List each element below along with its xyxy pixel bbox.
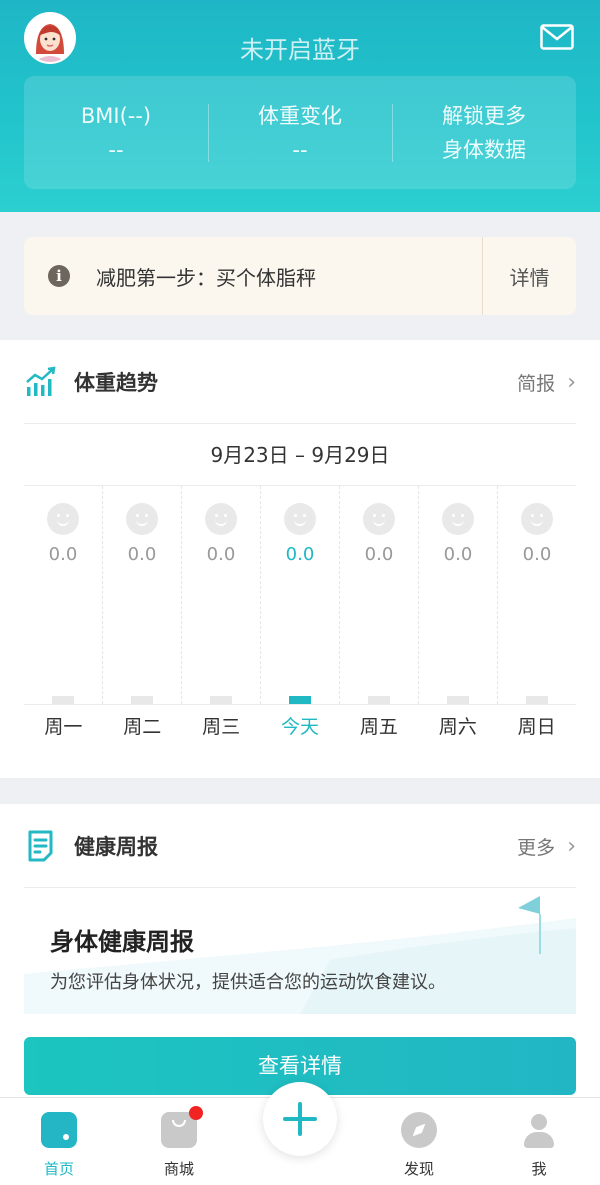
weight-trend-card: 体重趋势 简报 › 9月23日 – 9月29日 0.0 0.0 0.0 0.0 0.0 0… xyxy=(0,340,600,778)
day-weight-value: 0.0 xyxy=(364,544,394,565)
day-label: 周二 xyxy=(123,716,162,738)
report-banner[interactable]: 身体健康周报 为您评估身体状况，提供适合您的运动饮食建议。 xyxy=(0,888,600,1014)
smiley-icon xyxy=(47,503,79,535)
user-icon xyxy=(521,1112,557,1148)
notice-text: 减肥第一步：买个体脂秤 xyxy=(96,265,316,290)
tab-me[interactable]: 我 xyxy=(499,1098,579,1179)
tab-home[interactable]: 首页 xyxy=(19,1098,99,1179)
chevron-right-icon: › xyxy=(567,369,576,395)
weight-trend-title: 体重趋势 xyxy=(74,371,158,395)
unlock-more-line2: 身体数据 xyxy=(442,137,526,162)
day-bar xyxy=(289,696,311,704)
tab-discover[interactable]: 发现 xyxy=(379,1098,459,1179)
weight-change-value: -- xyxy=(292,137,308,162)
day-bar xyxy=(131,696,153,704)
day-label: 周六 xyxy=(438,716,477,738)
weight-change-stat[interactable]: 体重变化 -- xyxy=(208,76,392,189)
day-weight-value: 0.0 xyxy=(48,544,78,565)
smiley-icon xyxy=(126,503,158,535)
health-report-header: 健康周报 更多 › xyxy=(0,804,600,888)
trend-brief-label: 简报 xyxy=(517,372,556,395)
home-icon xyxy=(41,1112,77,1148)
tab-shop[interactable]: 商城 xyxy=(139,1098,219,1179)
tab-home-label: 首页 xyxy=(43,1160,74,1178)
body-stats-panel: BMI(--) -- 体重变化 -- 解锁更多 身体数据 xyxy=(24,76,576,189)
day-weight-value: 0.0 xyxy=(206,544,236,565)
day-bar xyxy=(368,696,390,704)
report-document-icon xyxy=(28,830,53,862)
bmi-value: -- xyxy=(108,137,124,162)
info-icon: i xyxy=(48,265,70,287)
day-bar xyxy=(526,696,548,704)
chevron-right-icon: › xyxy=(567,833,576,859)
day-column[interactable]: 0.0 xyxy=(181,486,260,704)
notice-detail-button[interactable]: 详情 xyxy=(482,237,576,315)
smiley-icon xyxy=(442,503,474,535)
weight-change-label: 体重变化 xyxy=(258,103,342,128)
smiley-icon xyxy=(363,503,395,535)
shop-bag-icon xyxy=(161,1106,203,1148)
divider xyxy=(24,704,576,705)
day-bar xyxy=(210,696,232,704)
day-label: 周一 xyxy=(44,716,83,738)
day-label: 今天 xyxy=(281,716,320,738)
add-record-button[interactable] xyxy=(263,1082,337,1156)
compass-icon xyxy=(401,1112,437,1148)
trend-brief-link[interactable]: 简报 › xyxy=(517,369,576,396)
tab-shop-label: 商城 xyxy=(163,1160,194,1178)
day-weight-value: 0.0 xyxy=(522,544,552,565)
page-title: 未开启蓝牙 xyxy=(240,36,360,64)
weight-bars: 0.0 0.0 0.0 0.0 0.0 0.0 0.0 xyxy=(24,486,576,704)
tab-discover-label: 发现 xyxy=(403,1160,434,1178)
smiley-icon xyxy=(284,503,316,535)
smiley-icon xyxy=(205,503,237,535)
day-column[interactable]: 0.0 xyxy=(24,486,102,704)
day-weight-value: 0.0 xyxy=(285,544,315,565)
day-label: 周三 xyxy=(202,716,241,738)
day-label: 周日 xyxy=(517,716,556,738)
day-column[interactable]: 0.0 xyxy=(497,486,576,704)
mail-icon[interactable] xyxy=(540,24,574,50)
day-weight-value: 0.0 xyxy=(443,544,473,565)
day-column[interactable]: 0.0 xyxy=(339,486,418,704)
trend-chart-icon xyxy=(26,366,56,396)
day-column[interactable]: 0.0 xyxy=(260,486,339,704)
plus-icon xyxy=(283,1102,317,1136)
health-report-title: 健康周报 xyxy=(74,835,158,859)
day-weight-value: 0.0 xyxy=(127,544,157,565)
notification-badge xyxy=(189,1106,203,1120)
date-range-text: 9月23日 – 9月29日 xyxy=(210,443,390,467)
unlock-more-line1: 解锁更多 xyxy=(442,103,526,128)
day-column[interactable]: 0.0 xyxy=(418,486,497,704)
tab-me-label: 我 xyxy=(531,1160,547,1178)
report-more-link[interactable]: 更多 › xyxy=(517,833,576,860)
report-description: 为您评估身体状况，提供适合您的运动饮食建议。 xyxy=(50,972,446,993)
day-label: 周五 xyxy=(359,716,398,738)
unlock-more-stat[interactable]: 解锁更多 身体数据 xyxy=(392,76,576,189)
bmi-label: BMI(--) xyxy=(80,103,152,128)
header: 未开启蓝牙 BMI(--) -- 体重变化 -- 解锁更多 身体数据 xyxy=(0,0,600,212)
report-more-label: 更多 xyxy=(517,836,556,859)
weight-trend-header: 体重趋势 简报 › xyxy=(0,340,600,424)
notice-banner: i 减肥第一步：买个体脂秤 详情 xyxy=(24,237,576,315)
day-labels: 周一 周二 周三 今天 周五 周六 周日 xyxy=(24,704,576,750)
report-heading: 身体健康周报 xyxy=(50,928,194,956)
day-bar xyxy=(52,696,74,704)
bmi-stat[interactable]: BMI(--) -- xyxy=(24,76,208,189)
day-bar xyxy=(447,696,469,704)
day-column[interactable]: 0.0 xyxy=(102,486,181,704)
date-range: 9月23日 – 9月29日 xyxy=(0,424,600,486)
smiley-icon xyxy=(521,503,553,535)
